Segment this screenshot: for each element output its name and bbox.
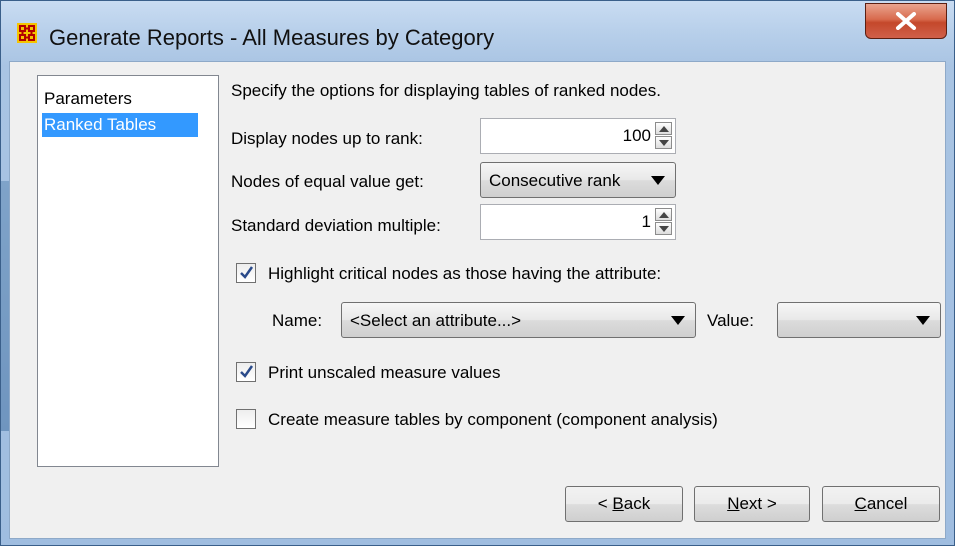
spin-down-button[interactable]	[655, 136, 672, 149]
std-dev-label: Standard deviation multiple:	[231, 216, 441, 235]
std-dev-value: 1	[641, 212, 651, 231]
close-button[interactable]	[865, 3, 947, 39]
dialog-content: Parameters Ranked Tables Specify the opt…	[9, 61, 946, 539]
ora-network-icon	[17, 23, 37, 43]
title-bar[interactable]: Generate Reports - All Measures by Categ…	[1, 1, 954, 57]
back-button[interactable]: < Back	[565, 486, 683, 522]
back-prefix: <	[597, 494, 613, 513]
print-unscaled-label: Print unscaled measure values	[268, 363, 501, 382]
equal-value-selected: Consecutive rank	[489, 171, 621, 190]
dialog-window: Generate Reports - All Measures by Categ…	[0, 0, 955, 546]
equal-value-label: Nodes of equal value get:	[231, 172, 424, 191]
spin-up-button[interactable]	[655, 122, 672, 135]
by-component-checkbox[interactable]	[236, 409, 256, 429]
value-label: Value:	[707, 311, 754, 330]
nav-item-parameters[interactable]: Parameters	[42, 87, 132, 111]
spin-up-button[interactable]	[655, 208, 672, 221]
back-rest: ack	[623, 494, 651, 513]
attribute-value-dropdown[interactable]	[777, 302, 941, 338]
window-frame-strip	[1, 181, 9, 431]
by-component-label: Create measure tables by component (comp…	[268, 410, 718, 429]
display-rank-label: Display nodes up to rank:	[231, 129, 423, 148]
attribute-name-selected: <Select an attribute...>	[350, 311, 522, 330]
equal-value-dropdown[interactable]: Consecutive rank	[480, 162, 676, 198]
nav-item-ranked-tables[interactable]: Ranked Tables	[42, 113, 198, 137]
highlight-label: Highlight critical nodes as those having…	[268, 264, 662, 283]
next-button[interactable]: Next >	[694, 486, 810, 522]
cancel-rest: ancel	[866, 494, 908, 513]
print-unscaled-checkbox[interactable]	[236, 362, 256, 382]
display-rank-spinner[interactable]: 100	[480, 118, 676, 154]
nav-list[interactable]: Parameters Ranked Tables	[37, 75, 219, 467]
arrow-up-icon	[659, 126, 669, 132]
cancel-mnemonic: C	[854, 494, 867, 513]
checkmark-icon	[240, 365, 254, 378]
display-rank-value: 100	[622, 126, 651, 145]
window-title: Generate Reports - All Measures by Categ…	[49, 25, 495, 50]
highlight-checkbox[interactable]	[236, 263, 256, 283]
name-label: Name:	[272, 311, 323, 330]
arrow-up-icon	[659, 212, 669, 218]
attribute-name-dropdown[interactable]: <Select an attribute...>	[341, 302, 696, 338]
arrow-down-icon	[659, 140, 669, 146]
back-mnemonic: B	[612, 494, 624, 513]
arrow-down-icon	[659, 226, 669, 232]
std-dev-spinner[interactable]: 1	[480, 204, 676, 240]
checkmark-icon	[240, 266, 254, 279]
next-mnemonic: N	[727, 494, 740, 513]
chevron-down-icon	[916, 316, 930, 325]
close-x-icon	[896, 12, 916, 30]
next-rest: ext >	[739, 494, 777, 513]
spin-down-button[interactable]	[655, 222, 672, 235]
chevron-down-icon	[651, 176, 665, 185]
chevron-down-icon	[671, 316, 685, 325]
description-text: Specify the options for displaying table…	[231, 81, 661, 100]
cancel-button[interactable]: Cancel	[822, 486, 940, 522]
